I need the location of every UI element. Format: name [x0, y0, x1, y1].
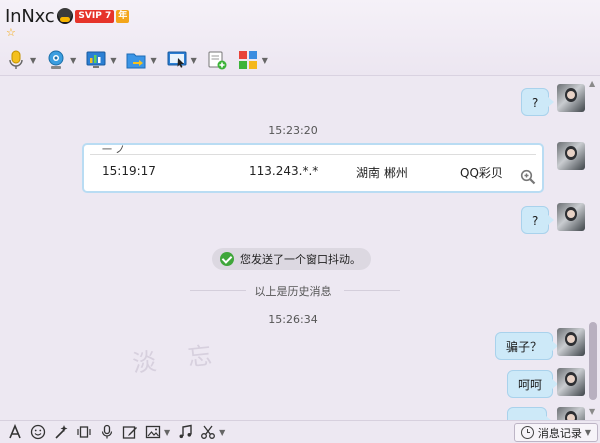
chevron-down-icon[interactable]: ▼	[191, 56, 197, 65]
login-record-card[interactable]: 一 ノ 15:19:17 113.243.*.* 湖南 郴州 QQ彩贝	[82, 143, 544, 193]
card-time: 15:19:17	[102, 164, 156, 178]
chevron-down-icon[interactable]: ▼	[70, 56, 76, 65]
screen-pointer-icon	[167, 51, 187, 68]
svip-badge[interactable]: SVIP 7	[75, 9, 115, 23]
card-app: QQ彩贝	[460, 166, 503, 180]
avatar[interactable]	[557, 407, 585, 420]
background-watermark: 淡 忘	[131, 340, 226, 378]
create-discussion-button[interactable]	[206, 49, 228, 71]
doodle-button[interactable]	[122, 424, 138, 440]
font-icon	[9, 424, 21, 439]
music-note-icon	[179, 424, 192, 439]
folder-arrow-icon	[126, 53, 146, 69]
message-timestamp: 15:26:34	[268, 313, 318, 326]
check-circle-icon	[220, 252, 234, 266]
message-timestamp: 15:23:20	[268, 124, 318, 137]
chat-header: InNxc SVIP 7 年 ☆ ▼ ▼ ▼ ▼ ▼ ▼	[0, 0, 600, 76]
message-bubble[interactable]: 呵呵	[507, 370, 559, 398]
star-icon: ☆	[6, 26, 16, 39]
chat-toolbar: ▼ ▼ ▼ ▼ ▼ ▼	[5, 46, 277, 74]
message-bubble[interactable]: ?	[521, 88, 555, 116]
voice-call-button[interactable]: ▼	[5, 49, 36, 71]
card-location: 湖南 郴州	[356, 166, 408, 180]
avatar[interactable]	[557, 328, 585, 356]
message-bubble-partial[interactable]	[507, 407, 552, 420]
avatar[interactable]	[557, 142, 585, 170]
contact-name[interactable]: InNxc	[5, 6, 55, 27]
smiley-icon	[30, 424, 46, 440]
font-button[interactable]	[7, 424, 23, 440]
divider-line-right	[344, 290, 400, 291]
webcam-icon	[48, 50, 64, 69]
year-badge: 年	[116, 9, 130, 23]
system-notice-text: 您发送了一个窗口抖动。	[240, 253, 361, 266]
message-history-label: 消息记录	[537, 426, 582, 440]
microphone-icon	[9, 50, 23, 69]
qq-penguin-icon	[57, 8, 74, 24]
image-button[interactable]: ▼	[145, 424, 170, 440]
magic-wand-icon	[55, 425, 68, 439]
chevron-down-icon[interactable]: ▼	[262, 56, 268, 65]
avatar[interactable]	[557, 84, 585, 112]
music-button[interactable]	[177, 424, 193, 440]
image-icon	[145, 425, 161, 439]
apps-button[interactable]: ▼	[237, 49, 268, 71]
card-ip: 113.243.*.*	[249, 164, 319, 178]
zoom-in-icon[interactable]	[520, 169, 536, 185]
scroll-thumb[interactable]	[589, 322, 597, 400]
chevron-down-icon[interactable]: ▼	[219, 428, 225, 437]
magic-button[interactable]	[53, 424, 69, 440]
chevron-down-icon[interactable]: ▼	[150, 56, 156, 65]
apps-grid-icon	[238, 51, 257, 69]
voice-message-button[interactable]	[99, 424, 115, 440]
chevron-down-icon[interactable]: ▼	[585, 428, 591, 437]
emoji-button[interactable]	[30, 424, 46, 440]
message-history-button[interactable]: 消息记录 ▼	[513, 423, 598, 442]
chevron-down-icon[interactable]: ▼	[110, 56, 116, 65]
avatar[interactable]	[557, 368, 585, 396]
monitor-chart-icon	[86, 51, 106, 68]
send-file-button[interactable]: ▼	[125, 49, 157, 71]
clock-icon	[520, 426, 534, 439]
chevron-down-icon[interactable]: ▼	[30, 56, 36, 65]
pencil-square-icon	[122, 426, 137, 439]
remote-desktop-button[interactable]: ▼	[85, 49, 116, 71]
screenshot-button[interactable]: ▼	[200, 424, 225, 440]
chevron-down-icon[interactable]: ▼	[164, 428, 170, 437]
message-bubble[interactable]: ?	[521, 206, 555, 234]
avatar[interactable]	[557, 203, 585, 231]
screen-share-button[interactable]: ▼	[166, 49, 197, 71]
title-row: InNxc SVIP 7 年	[5, 4, 130, 28]
microphone-icon	[101, 424, 113, 439]
history-divider-text: 以上是历史消息	[254, 285, 332, 298]
shake-button[interactable]	[76, 424, 92, 440]
note-add-icon	[208, 51, 227, 70]
scroll-up-arrow[interactable]: ▲	[589, 79, 595, 88]
chat-scrollbar[interactable]: ▲ ▼	[586, 77, 600, 420]
video-call-button[interactable]: ▼	[45, 49, 76, 71]
message-bubble[interactable]: 骗子？	[495, 332, 559, 360]
message-list[interactable]: ? 15:23:20 一 ノ 15:19:17 113.243.*.* 湖南 郴…	[0, 77, 586, 420]
scissors-icon	[201, 425, 216, 439]
window-shake-icon	[77, 426, 91, 438]
input-toolbar: ▼ ▼ 消息记录 ▼	[0, 420, 600, 443]
scroll-down-arrow[interactable]: ▼	[589, 407, 595, 416]
system-notice: 您发送了一个窗口抖动。	[212, 248, 371, 270]
card-divider	[90, 154, 536, 155]
